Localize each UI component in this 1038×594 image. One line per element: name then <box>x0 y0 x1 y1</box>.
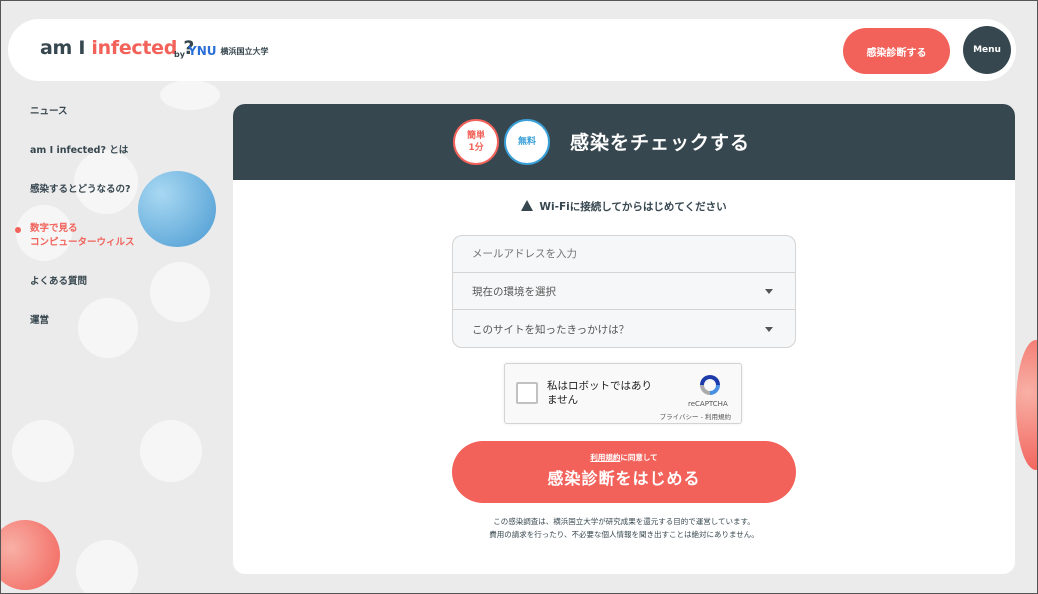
sidebar-item-operator[interactable]: 運営 <box>30 314 49 328</box>
disclaimer-line2: 費用の請求を行ったり、不必要な個人情報を聞き出すことは絶対にありません。 <box>489 530 759 539</box>
referral-select-label: このサイトを知ったきっかけは？ <box>472 324 630 336</box>
red-blob-decoration <box>1016 340 1038 470</box>
sidebar-item-label: コンピューターウィルス <box>30 237 135 248</box>
sidebar-item-statistics[interactable]: 数字で見る コンピューターウィルス <box>15 222 135 250</box>
logo-text-am: am I <box>40 37 92 59</box>
diagnosis-form: 現在の環境を選択 このサイトを知ったきっかけは？ <box>452 235 796 348</box>
sidebar-item-label: 数字で見る <box>30 223 78 234</box>
start-button-label: 感染診断をはじめる <box>547 469 701 488</box>
chevron-down-icon <box>765 289 773 294</box>
bg-dot <box>76 540 138 594</box>
recaptcha-label: 私はロボットではあり ません <box>547 379 652 407</box>
terms-link[interactable]: 利用規約 <box>590 453 620 462</box>
check-card: 簡単 1分 無料 感染をチェックする Wi-Fiに接続してからはじめてください … <box>233 104 1015 574</box>
site-logo[interactable]: am I infected ? <box>40 37 194 59</box>
bg-dot <box>74 150 138 214</box>
start-diagnosis-button[interactable]: 利用規約に同意して 感染診断をはじめる <box>452 441 796 503</box>
warning-icon <box>521 200 534 211</box>
referral-select[interactable]: このサイトを知ったきっかけは？ <box>453 311 795 347</box>
recaptcha-label-line2: ません <box>547 394 579 406</box>
logo-text-infected: infected <box>91 37 178 59</box>
recaptcha-links[interactable]: プライバシー - 利用規約 <box>660 411 731 421</box>
wifi-notice: Wi-Fiに接続してからはじめてください <box>233 199 1015 214</box>
badge-quick-line1: 簡単 <box>466 131 485 141</box>
card-title: 感染をチェックする <box>570 132 751 154</box>
recaptcha-brand: reCAPTCHA <box>688 400 728 408</box>
recaptcha-checkbox[interactable] <box>516 382 538 404</box>
bg-dot <box>12 420 74 482</box>
bg-dot <box>150 262 210 322</box>
badge-quick-line2: 1分 <box>468 143 484 153</box>
sidebar-item-about[interactable]: am I infected? とは <box>30 144 128 158</box>
badge-quick: 簡単 1分 <box>453 119 499 165</box>
menu-button[interactable]: Menu <box>963 26 1011 74</box>
environment-select[interactable]: 現在の環境を選択 <box>453 273 795 310</box>
recaptcha-label-line1: 私はロボットではあり <box>547 380 652 392</box>
disclaimer-line1: この感染調査は、横浜国立大学が研究成果を還元する目的で運営しています。 <box>493 517 755 526</box>
badge-free: 無料 <box>504 119 550 165</box>
ynu-logo-text: YNU <box>188 44 217 58</box>
bg-dot <box>160 80 220 110</box>
terms-agree-text: 利用規約に同意して <box>452 452 796 463</box>
sidebar-item-faq[interactable]: よくある質問 <box>30 275 87 289</box>
agree-text: に同意して <box>620 453 658 462</box>
bg-dot <box>78 298 138 358</box>
disclaimer: この感染調査は、横浜国立大学が研究成果を還元する目的で運営しています。 費用の請… <box>233 515 1015 541</box>
bg-dot <box>140 420 202 482</box>
ynu-logo[interactable]: YNU 横浜国立大学 <box>188 44 268 58</box>
blue-blob-decoration <box>138 171 216 247</box>
card-header: 簡単 1分 無料 感染をチェックする <box>233 104 1015 180</box>
ynu-university-name: 横浜国立大学 <box>220 47 269 56</box>
sidebar-item-news[interactable]: ニュース <box>30 105 68 119</box>
chevron-down-icon <box>765 327 773 332</box>
recaptcha-logo-icon <box>700 375 720 395</box>
environment-select-label: 現在の環境を選択 <box>472 285 556 298</box>
diagnose-button[interactable]: 感染診断する <box>843 28 950 74</box>
wifi-notice-text: Wi-Fiに接続してからはじめてください <box>539 201 727 213</box>
email-input[interactable] <box>453 236 795 273</box>
site-header: am I infected ? by YNU 横浜国立大学 感染診断する Menu <box>8 19 1016 81</box>
sidebar-item-consequences[interactable]: 感染するとどうなるの? <box>30 183 131 197</box>
logo-by: by <box>174 50 185 59</box>
red-blob-decoration <box>0 520 60 590</box>
recaptcha-widget: 私はロボットではあり ません reCAPTCHA プライバシー - 利用規約 <box>504 363 742 424</box>
